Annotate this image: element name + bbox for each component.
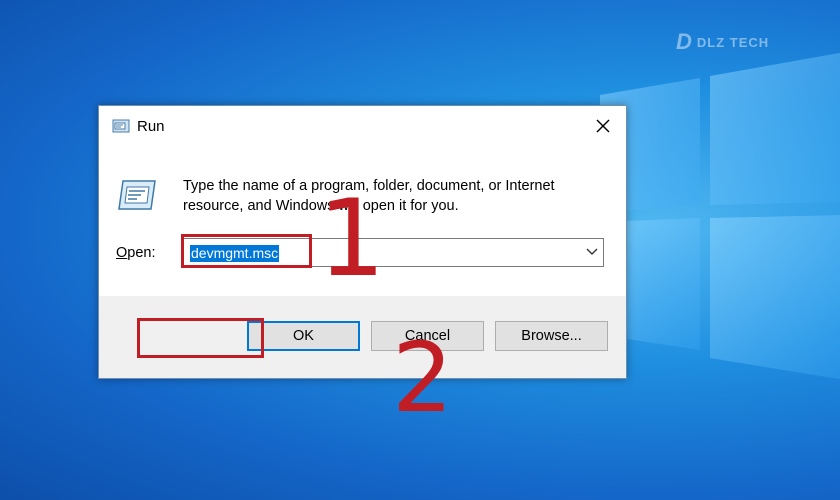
close-icon bbox=[596, 119, 610, 133]
watermark: D DLZ TECH bbox=[676, 29, 770, 54]
close-button[interactable] bbox=[580, 106, 626, 146]
step1-highlight bbox=[181, 234, 312, 268]
run-icon bbox=[112, 119, 130, 133]
open-label: Open: bbox=[116, 245, 156, 261]
step2-number: 2 bbox=[392, 322, 454, 434]
title-bar[interactable]: Run bbox=[99, 106, 626, 146]
window-title: Run bbox=[137, 118, 165, 135]
step2-highlight bbox=[137, 318, 264, 358]
chevron-down-icon[interactable] bbox=[585, 245, 599, 259]
browse-button[interactable]: Browse... bbox=[495, 321, 608, 351]
description-text: Type the name of a program, folder, docu… bbox=[183, 178, 555, 214]
run-icon bbox=[118, 180, 156, 210]
step1-number: 1 bbox=[318, 177, 386, 300]
